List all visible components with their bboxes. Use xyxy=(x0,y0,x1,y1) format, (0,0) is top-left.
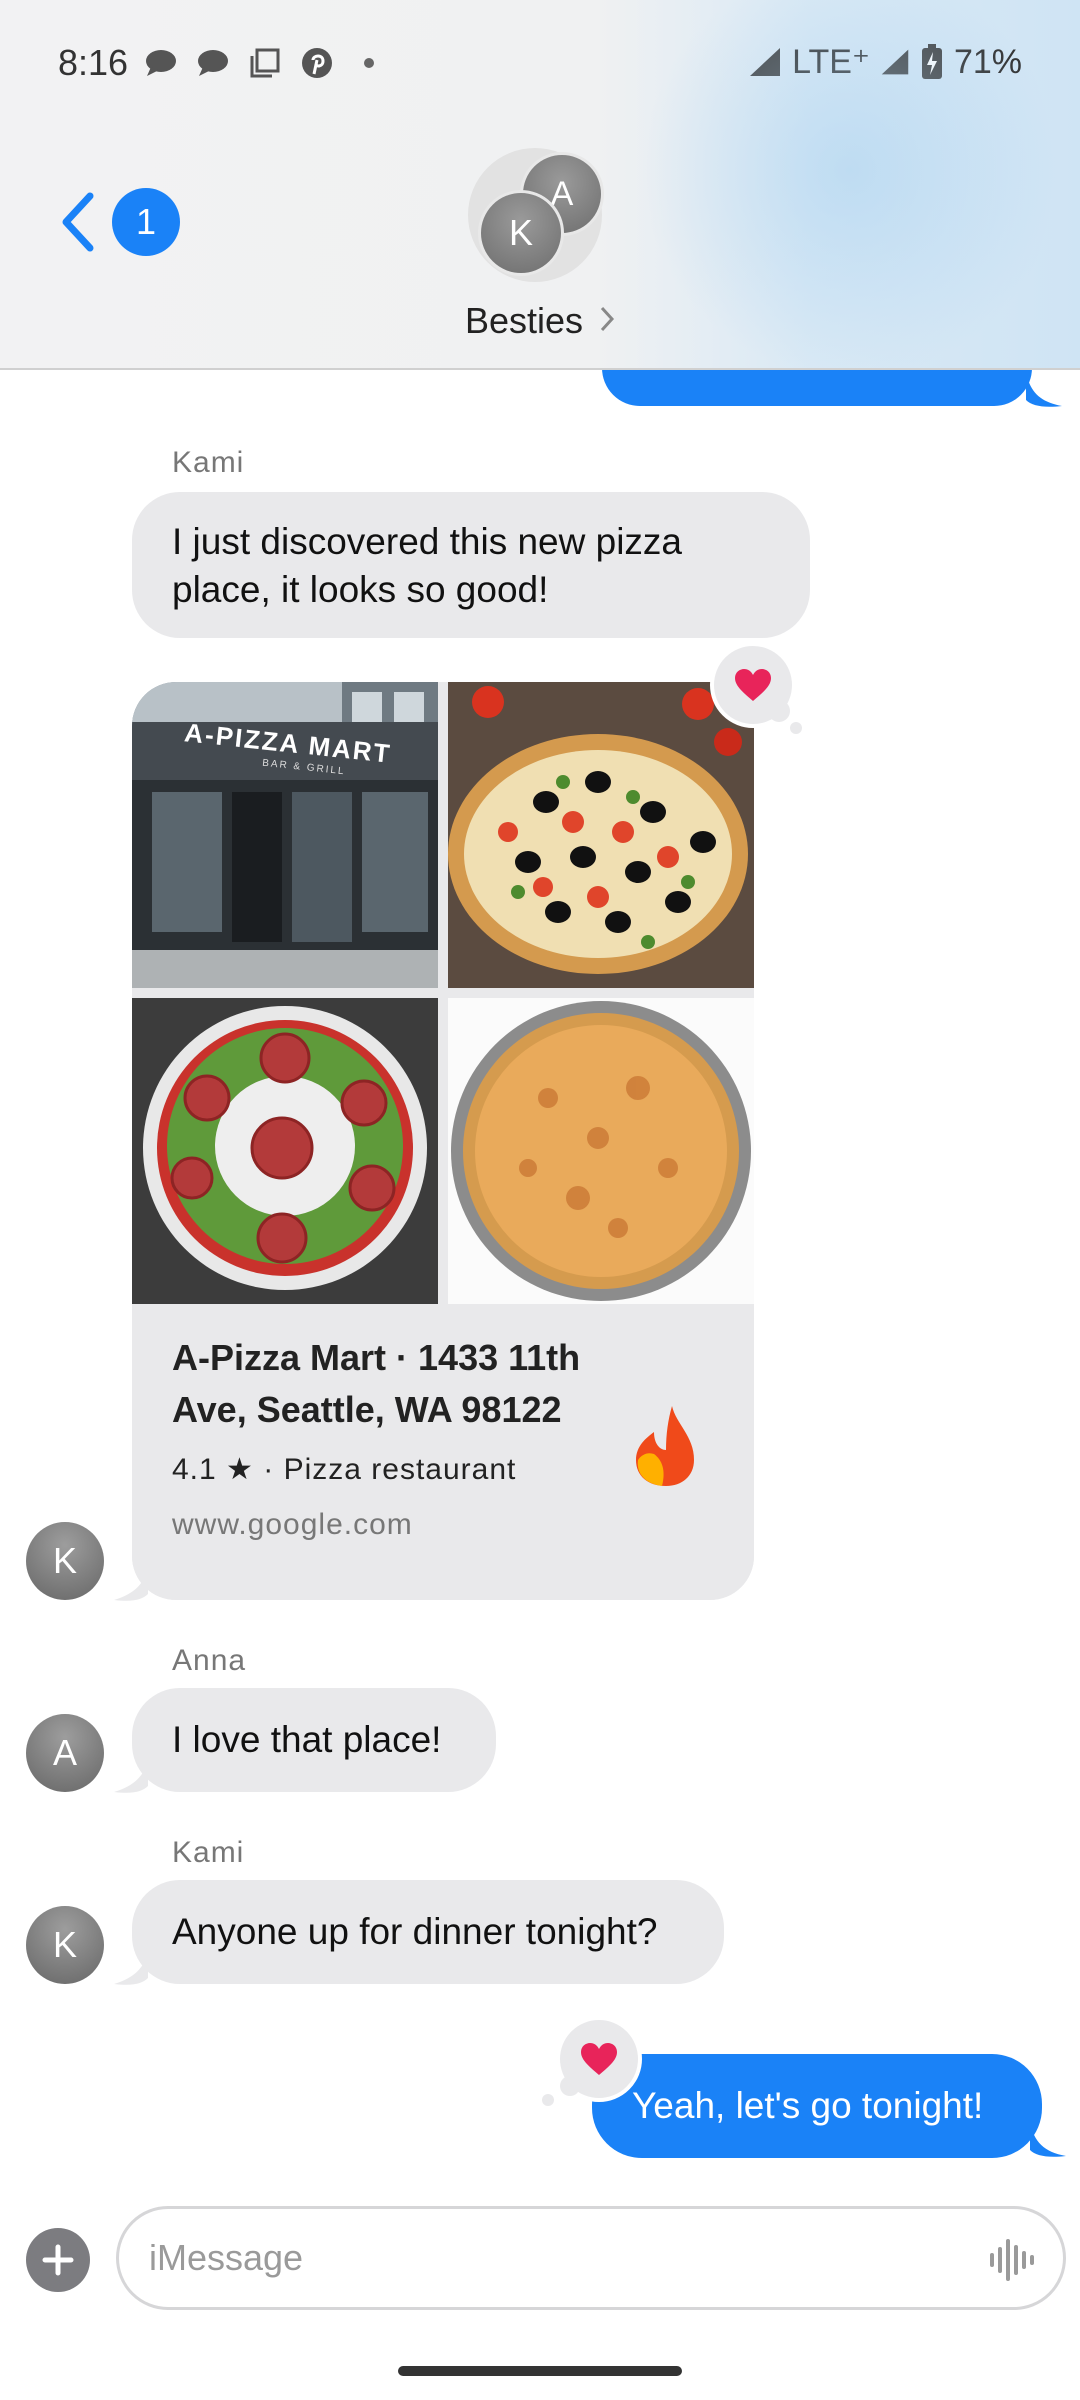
message-icon xyxy=(196,46,230,80)
bubble-tail xyxy=(114,1952,148,1985)
home-indicator[interactable] xyxy=(398,2366,682,2376)
avatar-kami[interactable]: K xyxy=(26,1906,104,1984)
reaction-tail-dot xyxy=(542,2094,554,2106)
sender-name: Kami xyxy=(172,1836,245,1869)
status-bar: 8:16 LTE⁺ 71% xyxy=(0,0,1080,130)
message-icon xyxy=(144,46,178,80)
network-type: LTE⁺ xyxy=(792,43,870,81)
back-button[interactable]: 1 xyxy=(58,188,180,256)
heart-icon xyxy=(735,669,771,701)
chat-header: 8:16 LTE⁺ 71% 1 A K Besties xyxy=(0,0,1080,370)
group-name-button[interactable]: Besties xyxy=(0,300,1080,342)
received-message-bubble[interactable]: I love that place! xyxy=(132,1688,496,1792)
bubble-tail xyxy=(1030,2122,1066,2157)
messages-screen: 8:16 LTE⁺ 71% 1 A K Besties Kami I just … xyxy=(0,0,1080,2400)
apps-plus-button[interactable] xyxy=(26,2228,90,2292)
place-rating: 4.1 ★ · Pizza restaurant xyxy=(172,1453,517,1486)
salad-photo xyxy=(132,998,438,1304)
link-domain: www.google.com xyxy=(172,1508,413,1541)
message-text: I love that place! xyxy=(172,1719,442,1760)
avatar-anna[interactable]: A xyxy=(26,1714,104,1792)
chevron-right-icon xyxy=(599,300,615,341)
chevron-left-icon xyxy=(62,192,94,252)
dot-icon xyxy=(352,46,386,80)
audio-waveform-icon[interactable] xyxy=(987,2235,1037,2285)
bubble-tail xyxy=(1026,372,1062,407)
reaction-tail-dot xyxy=(768,700,790,722)
avatar-kami[interactable]: K xyxy=(26,1522,104,1600)
place-title: A-Pizza Mart · 1433 11th Ave, Seattle, W… xyxy=(172,1337,581,1430)
status-time: 8:16 xyxy=(58,42,129,83)
link-preview-info: A-Pizza Mart · 1433 11th Ave, Seattle, W… xyxy=(132,1304,754,1600)
message-text: Anyone up for dinner tonight? xyxy=(172,1911,658,1952)
storefront-photo: A-PIZZA MART BAR & GRILL xyxy=(132,682,438,988)
signal-icon xyxy=(750,48,781,76)
message-input-placeholder: iMessage xyxy=(149,2237,304,2278)
reaction-tail-dot xyxy=(790,722,802,734)
sender-name: Anna xyxy=(172,1644,247,1677)
group-avatar[interactable]: A K xyxy=(468,148,612,282)
sender-name: Kami xyxy=(172,446,245,479)
reaction-tail-dot xyxy=(560,2076,580,2096)
olive-pizza-photo xyxy=(448,682,754,988)
message-input[interactable]: iMessage xyxy=(116,2206,1066,2310)
bubble-tail xyxy=(114,1568,148,1601)
avatar-kami: K xyxy=(478,190,564,276)
unread-count-badge: 1 xyxy=(112,188,180,256)
message-text: Yeah, let's go tonight! xyxy=(632,2085,984,2126)
plus-icon xyxy=(42,2244,74,2276)
signal-icon xyxy=(881,49,909,75)
flame-logo-icon xyxy=(636,1406,694,1486)
received-message-bubble[interactable]: Anyone up for dinner tonight? xyxy=(132,1880,724,1984)
status-right: LTE⁺ 71% xyxy=(748,42,1022,82)
received-message-bubble[interactable]: I just discovered this new pizza place, … xyxy=(132,492,810,638)
link-preview-card[interactable]: A-PIZZA MART BAR & GRILL A-Pizza Mart · … xyxy=(132,682,754,1600)
pinterest-icon xyxy=(300,46,334,80)
message-text: I just discovered this new pizza place, … xyxy=(172,521,683,610)
battery-level: 71% xyxy=(953,42,1022,81)
screenshot-icon xyxy=(248,46,282,80)
bubble-tail xyxy=(114,1760,148,1793)
notification-icons xyxy=(144,46,386,80)
battery-icon xyxy=(921,44,942,79)
cheese-pizza-photo xyxy=(448,998,754,1304)
sent-message-bubble[interactable]: Yeah, let's go tonight! xyxy=(592,2054,1042,2158)
heart-icon xyxy=(581,2043,617,2075)
group-name: Besties xyxy=(464,300,584,341)
